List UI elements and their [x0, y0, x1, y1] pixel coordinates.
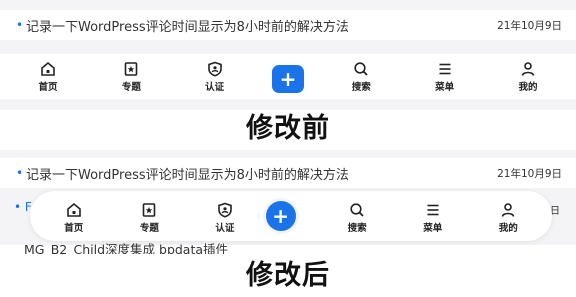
- post-date: 21年10月9日: [497, 167, 562, 180]
- nav-label-mine: 我的: [518, 82, 538, 93]
- menu-icon: [427, 204, 439, 216]
- before-panel: • 记录一下WordPress评论时间显示为8小时前的解决方法 21年10月9日…: [0, 0, 576, 110]
- nav-item-home[interactable]: 首页: [36, 202, 112, 234]
- floating-bottom-nav-bar: 首页 专题 认证 + 搜索 菜单 我的: [30, 191, 552, 241]
- nav-label-home: 首页: [64, 223, 84, 234]
- nav-item-add[interactable]: +: [262, 198, 320, 234]
- nav-item-topics[interactable]: 专题: [91, 61, 171, 93]
- post-title[interactable]: 记录一下WordPress评论时间显示为8小时前的解决方法: [26, 16, 497, 35]
- search-icon: [350, 203, 364, 217]
- nav-label-menu: 菜单: [423, 223, 443, 234]
- nav-item-topics[interactable]: 专题: [112, 202, 188, 234]
- post-date: 21年10月9日: [497, 19, 562, 32]
- home-icon: [41, 61, 55, 76]
- user-icon: [501, 203, 515, 217]
- nav-label-topics: 专题: [139, 223, 159, 234]
- nav-item-verify[interactable]: 认证: [175, 61, 255, 93]
- shield-user-icon: [218, 202, 232, 218]
- post-list-item[interactable]: • 记录一下WordPress评论时间显示为8小时前的解决方法 21年10月9日: [0, 158, 576, 188]
- nav-item-verify[interactable]: 认证: [187, 202, 263, 234]
- peek-post-title[interactable]: • F: [14, 200, 32, 214]
- nav-item-menu[interactable]: 菜单: [395, 202, 471, 234]
- bullet-dot-icon: •: [16, 18, 24, 32]
- nav-label-verify: 认证: [215, 223, 235, 234]
- nav-item-search[interactable]: 搜索: [321, 61, 401, 93]
- caption-before: 修改前: [246, 113, 330, 144]
- add-button[interactable]: +: [262, 198, 299, 234]
- menu-icon: [439, 63, 451, 75]
- clipped-post-title: MG_B2_Child深度集成 bpdata插件: [24, 242, 229, 254]
- add-button[interactable]: +: [271, 65, 304, 93]
- user-icon: [521, 62, 535, 76]
- search-icon: [354, 62, 368, 76]
- nav-item-search[interactable]: 搜索: [319, 202, 395, 234]
- nav-label-search: 搜索: [351, 82, 371, 93]
- bookmark-star-icon: [125, 62, 138, 76]
- after-panel: • 记录一下WordPress评论时间显示为8小时前的解决方法 21年10月9日…: [0, 150, 576, 245]
- nav-label-verify: 认证: [205, 82, 225, 93]
- nav-item-mine[interactable]: 我的: [488, 61, 568, 93]
- home-icon: [66, 202, 81, 217]
- nav-label-search: 搜索: [347, 223, 367, 234]
- nav-label-home: 首页: [38, 82, 58, 93]
- nav-label-mine: 我的: [498, 223, 518, 234]
- nav-label-topics: 专题: [121, 82, 141, 93]
- nav-item-home[interactable]: 首页: [8, 61, 88, 93]
- caption-after: 修改后: [246, 260, 330, 291]
- nav-item-menu[interactable]: 菜单: [405, 61, 485, 93]
- shield-user-icon: [207, 61, 222, 77]
- post-list-item[interactable]: • 记录一下WordPress评论时间显示为8小时前的解决方法 21年10月9日: [0, 10, 576, 40]
- nav-label-menu: 菜单: [435, 82, 455, 93]
- bookmark-star-icon: [143, 203, 156, 217]
- nav-item-mine[interactable]: 我的: [470, 202, 546, 234]
- post-title[interactable]: 记录一下WordPress评论时间显示为8小时前的解决方法: [26, 164, 497, 183]
- bottom-nav-bar: 首页 专题 认证 + 搜索 菜单 我的: [0, 54, 576, 99]
- bullet-dot-icon: •: [16, 166, 24, 180]
- nav-item-add[interactable]: +: [258, 63, 318, 93]
